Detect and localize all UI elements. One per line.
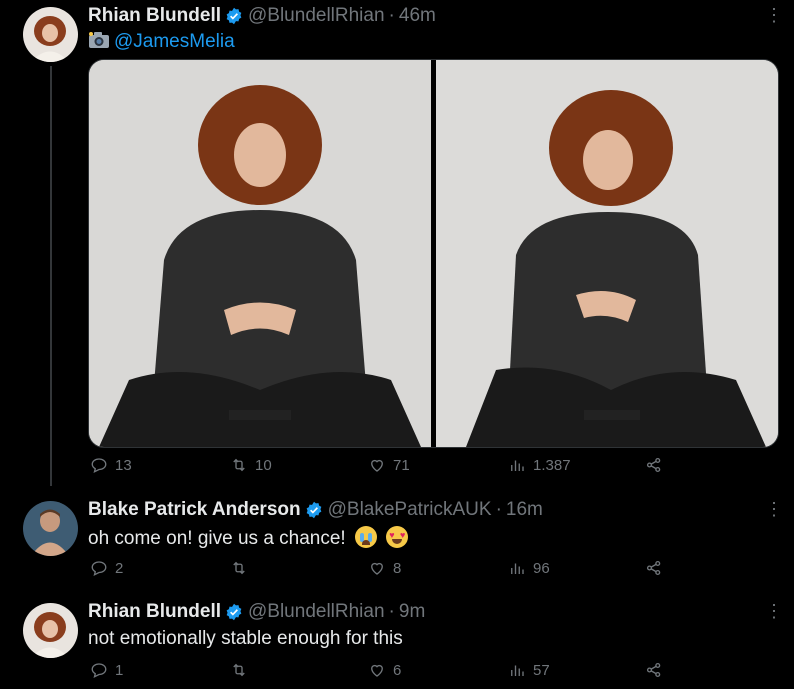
- reply-button[interactable]: 2: [90, 559, 123, 577]
- camera-icon: [89, 32, 109, 48]
- verified-badge-icon: [226, 603, 242, 621]
- more-options-icon[interactable]: ⋮: [764, 6, 784, 28]
- mention-link[interactable]: @JamesMelia: [114, 31, 235, 52]
- author-handle[interactable]: @BlakePatrickAUK: [328, 499, 492, 521]
- photo-1[interactable]: [89, 60, 431, 447]
- more-options-icon[interactable]: ⋮: [764, 602, 784, 624]
- views-button[interactable]: 1.387: [508, 456, 571, 474]
- avatar-rhian[interactable]: [23, 603, 78, 658]
- timestamp[interactable]: 16m: [506, 499, 543, 521]
- separator: ·: [388, 601, 395, 622]
- author-name[interactable]: Rhian Blundell: [88, 601, 221, 623]
- views-button[interactable]: 57: [508, 661, 550, 679]
- tweet-header: Blake Patrick Anderson @BlakePatrickAUK …: [88, 499, 543, 521]
- reply-icon: [91, 561, 107, 577]
- author-name[interactable]: Blake Patrick Anderson: [88, 499, 301, 521]
- author-name[interactable]: Rhian Blundell: [88, 5, 221, 27]
- share-icon: [646, 457, 661, 473]
- tweet-header: Rhian Blundell @BlundellRhian · 46m: [88, 5, 436, 27]
- tweet-text: @JamesMelia: [88, 31, 235, 53]
- views-icon: [511, 563, 524, 574]
- timestamp[interactable]: 9m: [399, 601, 425, 623]
- heart-icon: [371, 459, 383, 472]
- reply-button[interactable]: 1: [90, 661, 123, 679]
- heart-icon: [371, 664, 383, 677]
- tweet-actions: 1 6 57: [88, 661, 688, 683]
- tweet-text: oh come on! give us a chance! ♥ ♥: [88, 526, 409, 550]
- share-button[interactable]: [645, 661, 663, 679]
- retweet-count: 10: [255, 456, 272, 474]
- author-handle[interactable]: @BlundellRhian: [248, 5, 385, 27]
- separator: ·: [388, 5, 395, 26]
- crying-face-icon: [355, 526, 377, 548]
- tweet-text: not emotionally stable enough for this: [88, 628, 403, 649]
- views-count: 57: [533, 661, 550, 679]
- share-button[interactable]: [645, 559, 663, 577]
- retweet-button[interactable]: 10: [230, 456, 272, 474]
- verified-badge-icon: [226, 7, 242, 25]
- reply-count: 2: [115, 559, 124, 577]
- like-button[interactable]: 71: [368, 456, 410, 474]
- photo-2[interactable]: [436, 60, 778, 447]
- reply-icon: [91, 458, 107, 474]
- tweet-header: Rhian Blundell @BlundellRhian · 9m: [88, 601, 425, 623]
- tweet-body: oh come on! give us a chance!: [88, 528, 346, 549]
- reply-count: 1: [115, 661, 124, 679]
- author-handle[interactable]: @BlundellRhian: [248, 601, 385, 623]
- share-icon: [646, 560, 661, 576]
- views-button[interactable]: 96: [508, 559, 550, 577]
- timestamp[interactable]: 46m: [399, 5, 436, 27]
- verified-badge-icon: [306, 501, 321, 519]
- share-icon: [646, 662, 661, 678]
- views-count: 1.387: [533, 456, 571, 474]
- tweet-actions: 2 8 96: [88, 559, 688, 581]
- retweet-icon: [233, 458, 245, 472]
- like-count: 71: [393, 456, 410, 474]
- reply-button[interactable]: 13: [90, 456, 132, 474]
- more-options-icon[interactable]: ⋮: [764, 500, 784, 522]
- thread-line: [50, 66, 52, 486]
- retweet-icon: [233, 663, 245, 677]
- separator: ·: [495, 499, 502, 520]
- like-button[interactable]: 8: [368, 559, 401, 577]
- media-grid[interactable]: [88, 59, 779, 448]
- reply-count: 13: [115, 456, 132, 474]
- like-button[interactable]: 6: [368, 661, 401, 679]
- views-icon: [511, 460, 524, 471]
- views-icon: [511, 665, 524, 676]
- reply-icon: [91, 663, 107, 679]
- tweet-actions: 13 10 71 1.387: [88, 456, 688, 478]
- avatar-blake[interactable]: [23, 501, 78, 556]
- views-count: 96: [533, 559, 550, 577]
- avatar-rhian[interactable]: [23, 7, 78, 62]
- like-count: 8: [393, 559, 402, 577]
- retweet-button[interactable]: [230, 661, 255, 679]
- heart-icon: [371, 562, 383, 575]
- retweet-icon: [233, 561, 245, 575]
- retweet-button[interactable]: [230, 559, 255, 577]
- share-button[interactable]: [645, 456, 663, 474]
- heart-eyes-icon: ♥ ♥: [386, 526, 409, 548]
- like-count: 6: [393, 661, 402, 679]
